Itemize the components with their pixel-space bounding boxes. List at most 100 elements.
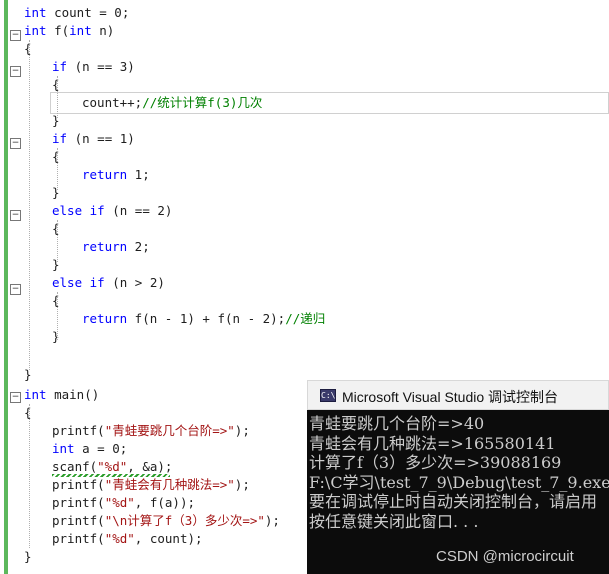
code-text: 1; <box>127 167 150 182</box>
code-line: } <box>52 184 60 202</box>
code-text: a = 0; <box>74 441 128 456</box>
code-line: { <box>52 148 60 166</box>
code-keyword: int <box>69 23 92 38</box>
code-line: else if (n > 2) <box>52 274 165 292</box>
code-text: (n == 1) <box>67 131 135 146</box>
console-output-line: 要在调试停止时自动关闭控制台，请启用 <box>309 492 598 512</box>
code-line: { <box>52 292 60 310</box>
code-text: printf( <box>52 513 105 528</box>
code-line: printf("青蛙要跳几个台阶=>"); <box>52 422 250 440</box>
code-line: } <box>52 256 60 274</box>
code-line: return 2; <box>82 238 150 256</box>
code-line: printf("%d", f(a)); <box>52 494 195 512</box>
code-line: int a = 0; <box>52 440 127 458</box>
code-text: } <box>52 329 60 344</box>
code-text: n) <box>91 23 115 38</box>
code-line: int f(int n) <box>24 22 114 40</box>
code-text: ); <box>234 477 250 492</box>
code-keyword: else <box>52 275 83 290</box>
code-text: , count); <box>134 531 203 546</box>
console-title-bar[interactable]: C:\ Microsoft Visual Studio 调试控制台 <box>307 380 609 410</box>
indent-guide <box>57 220 58 262</box>
console-output-line: 青蛙要跳几个台阶=>40 <box>309 414 485 433</box>
code-string: "青蛙要跳几个台阶=>" <box>104 423 235 438</box>
code-line: printf("\n计算了f（3）多少次=>"); <box>52 512 280 530</box>
code-text: { <box>24 405 32 420</box>
code-line: else if (n == 2) <box>52 202 172 220</box>
fold-toggle-icon[interactable]: − <box>10 284 21 295</box>
code-keyword: int <box>24 387 47 402</box>
console-output-line: 青蛙会有几种跳法=>165580141 <box>309 433 556 453</box>
code-text: count++; <box>82 95 143 110</box>
watermark-text: CSDN @microcircuit <box>436 548 574 565</box>
code-comment: //递归 <box>285 311 326 326</box>
code-text: (n == 2) <box>104 203 173 218</box>
fold-toggle-icon[interactable]: − <box>10 392 21 403</box>
code-line: { <box>52 220 60 238</box>
code-text: } <box>24 549 32 564</box>
code-text: { <box>52 149 60 164</box>
code-text: , f(a)); <box>134 495 196 510</box>
code-line: printf("青蛙会有几种跳法=>"); <box>52 476 250 494</box>
code-keyword: if <box>52 131 68 146</box>
code-line: count++;//统计计算f(3)几次 <box>82 94 262 112</box>
fold-toggle-icon[interactable]: − <box>10 138 21 149</box>
code-text: f(n - 1) + f(n - 2); <box>127 311 286 326</box>
code-keyword: int <box>24 23 47 38</box>
code-string: "%d" <box>97 459 128 474</box>
change-tracking-bar <box>4 0 8 574</box>
code-string: "\n计算了f（3）多少次=>" <box>104 513 265 528</box>
console-output-line: 计算了f（3）多少次=>39088169 <box>309 453 562 473</box>
fold-toggle-icon[interactable]: − <box>10 66 21 77</box>
code-text: main() <box>46 387 100 402</box>
code-line: } <box>24 366 32 384</box>
code-text: } <box>52 185 60 200</box>
console-app-icon: C:\ <box>320 389 336 402</box>
indent-guide <box>57 148 58 190</box>
code-string: "青蛙会有几种跳法=>" <box>104 477 235 492</box>
code-text: } <box>52 113 60 128</box>
code-string: "%d" <box>104 495 135 510</box>
code-text: printf( <box>52 495 105 510</box>
code-comment: //统计计算f(3)几次 <box>142 95 263 110</box>
fold-toggle-icon[interactable]: − <box>10 30 21 41</box>
code-line: { <box>52 76 60 94</box>
console-output-line: F:\C学习\test_7_9\Debug\test_7_9.exe <box>309 472 609 492</box>
code-line: if (n == 3) <box>52 58 135 76</box>
indent-guide <box>57 76 58 118</box>
code-keyword: if <box>89 275 105 290</box>
code-line: if (n == 1) <box>52 130 135 148</box>
code-text: printf( <box>52 477 105 492</box>
code-text: } <box>24 367 32 382</box>
console-title: Microsoft Visual Studio 调试控制台 <box>342 389 559 405</box>
code-text: 2; <box>127 239 150 254</box>
code-line: { <box>24 404 32 422</box>
code-line: return f(n - 1) + f(n - 2);//递归 <box>82 310 325 328</box>
code-text: ); <box>264 513 280 528</box>
code-text: printf( <box>52 423 105 438</box>
code-text: } <box>52 257 60 272</box>
code-keyword: if <box>89 203 105 218</box>
code-line: } <box>52 112 60 130</box>
console-output-line: 按任意键关闭此窗口. . . <box>309 512 479 531</box>
code-keyword: return <box>82 167 128 182</box>
indent-guide <box>29 40 30 370</box>
code-line: { <box>24 40 32 58</box>
code-keyword: if <box>52 59 68 74</box>
code-text: f( <box>46 23 70 38</box>
code-text: (n == 3) <box>67 59 135 74</box>
warning-squiggle <box>52 474 170 477</box>
code-text: , &a); <box>127 459 173 474</box>
code-line: } <box>24 548 32 566</box>
debug-console-window[interactable]: C:\ Microsoft Visual Studio 调试控制台 青蛙要跳几个… <box>307 380 609 574</box>
code-keyword: return <box>82 311 128 326</box>
code-string: "%d" <box>104 531 135 546</box>
code-line: } <box>52 328 60 346</box>
code-keyword: return <box>82 239 128 254</box>
code-text: { <box>52 221 60 236</box>
fold-toggle-icon[interactable]: − <box>10 210 21 221</box>
code-line: int count = 0; <box>24 4 129 22</box>
code-line: printf("%d", count); <box>52 530 203 548</box>
indent-guide <box>29 404 30 548</box>
